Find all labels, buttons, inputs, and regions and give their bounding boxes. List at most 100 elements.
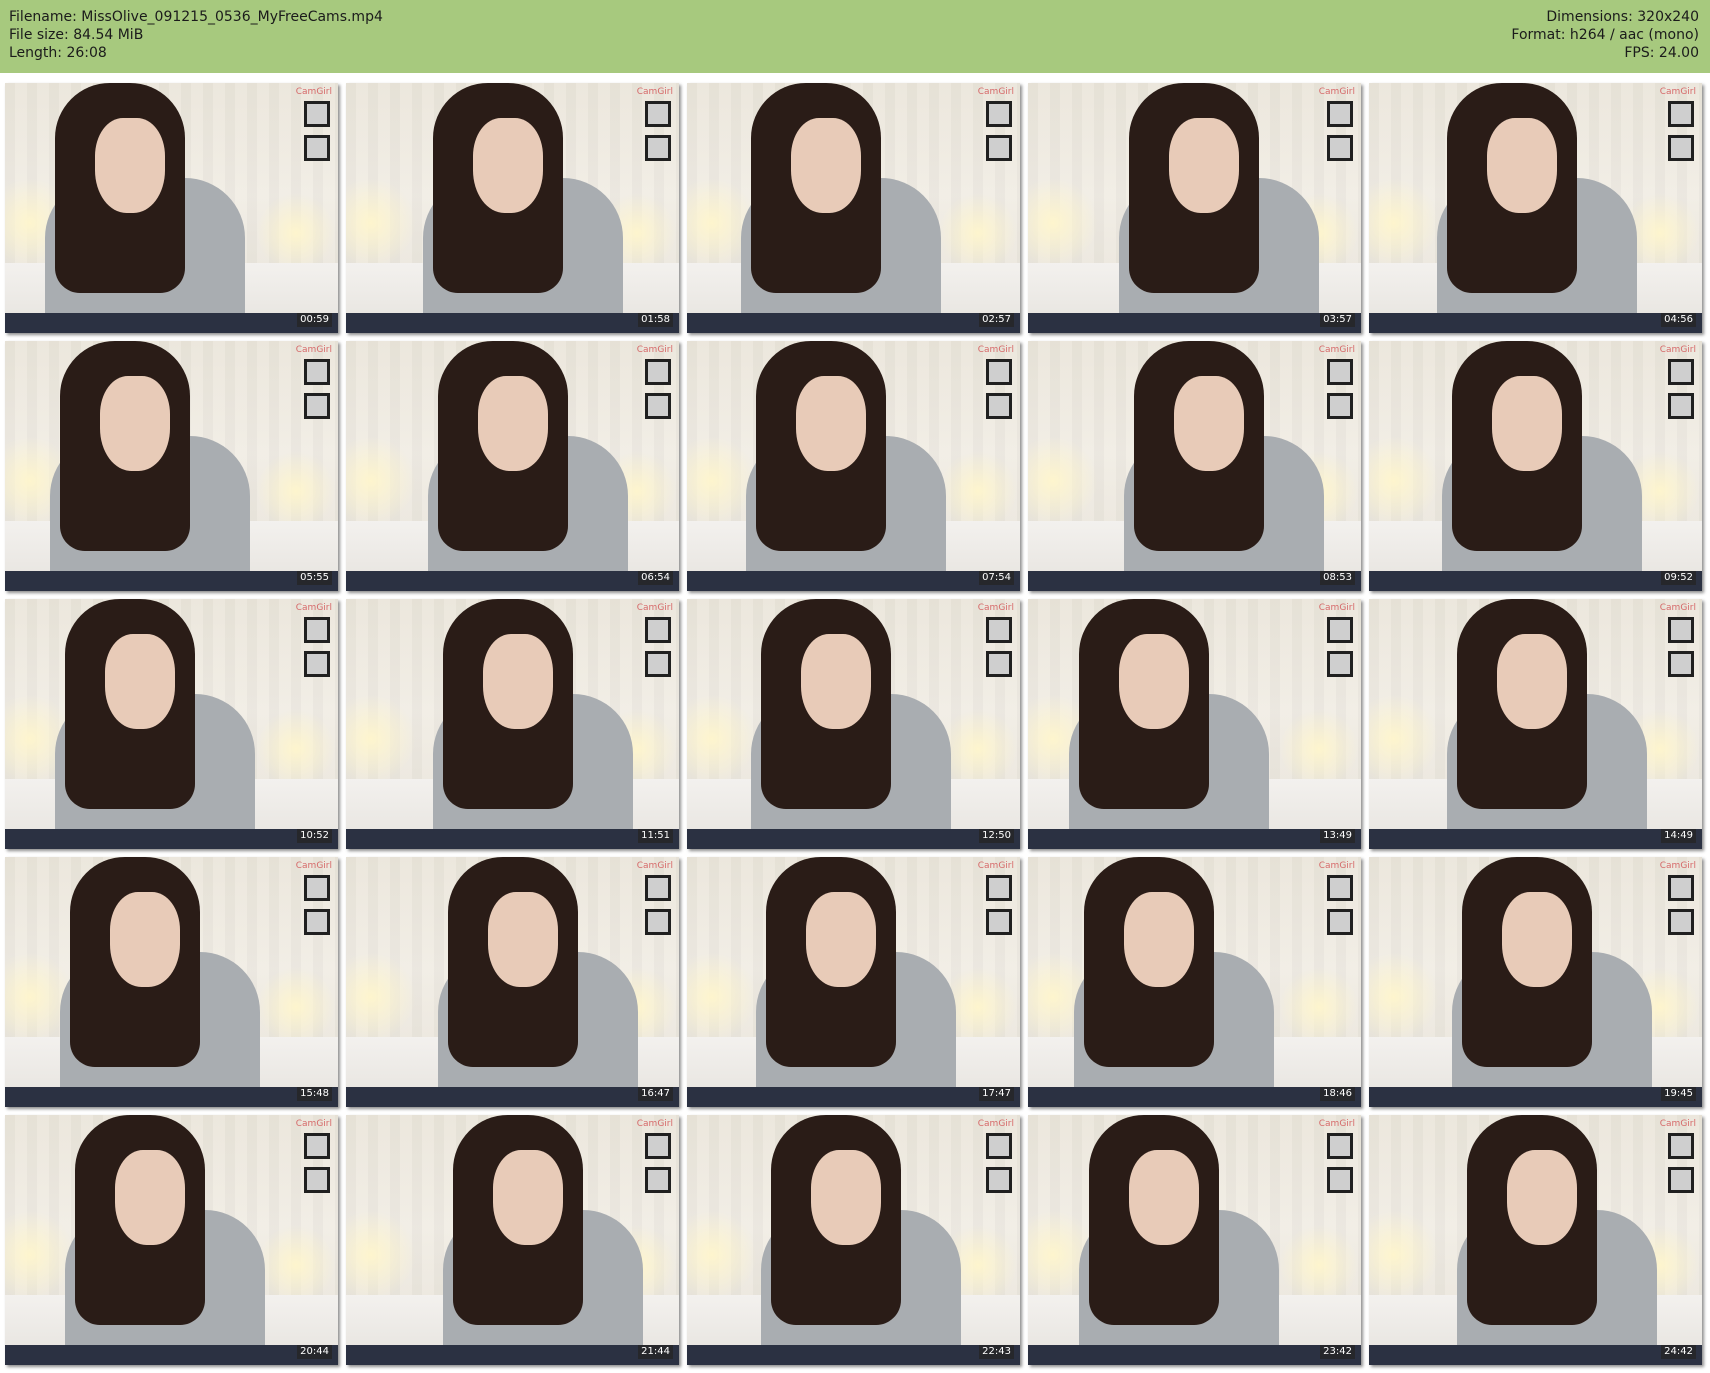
lamp-glow <box>256 193 336 273</box>
timestamp-badge: 13:49 <box>1320 829 1355 843</box>
picture-frame <box>1327 393 1353 419</box>
video-thumbnail[interactable]: CamGirl 05:55 <box>5 341 338 591</box>
figure-legs <box>1369 829 1702 849</box>
video-thumbnail[interactable]: CamGirl 09:52 <box>1369 341 1702 591</box>
picture-frame <box>1668 393 1694 419</box>
picture-frame <box>986 1167 1012 1193</box>
timestamp-badge: 14:49 <box>1661 829 1696 843</box>
timestamp-badge: 07:54 <box>979 571 1014 585</box>
video-thumbnail[interactable]: CamGirl 21:44 <box>346 1115 679 1365</box>
figure-legs <box>1369 1345 1702 1365</box>
timestamp-badge: 05:55 <box>297 571 332 585</box>
picture-frame <box>986 101 1012 127</box>
figure-legs <box>346 1345 679 1365</box>
video-thumbnail[interactable]: CamGirl 16:47 <box>346 857 679 1107</box>
picture-frame <box>1668 135 1694 161</box>
lamp-glow <box>1279 1225 1359 1305</box>
figure-face <box>791 118 861 213</box>
watermark-text: CamGirl <box>295 1119 332 1129</box>
fps-label: FPS: 24.00 <box>1624 45 1699 61</box>
timestamp-badge: 04:56 <box>1661 313 1696 327</box>
timestamp-badge: 16:47 <box>638 1087 673 1101</box>
watermark-text: CamGirl <box>1318 603 1355 613</box>
video-thumbnail[interactable]: CamGirl 24:42 <box>1369 1115 1702 1365</box>
meta-left: Filename: MissOlive_091215_0536_MyFreeCa… <box>9 8 383 62</box>
picture-frame <box>304 909 330 935</box>
picture-frame <box>304 617 330 643</box>
video-thumbnail[interactable]: CamGirl 01:58 <box>346 83 679 333</box>
picture-frame <box>1327 101 1353 127</box>
video-thumbnail[interactable]: CamGirl 07:54 <box>687 341 1020 591</box>
video-thumbnail[interactable]: CamGirl 13:49 <box>1028 599 1361 849</box>
picture-frame <box>1327 1167 1353 1193</box>
picture-frame <box>986 359 1012 385</box>
picture-frame <box>1327 1133 1353 1159</box>
figure-legs <box>1028 313 1361 333</box>
video-thumbnail[interactable]: CamGirl 15:48 <box>5 857 338 1107</box>
watermark-text: CamGirl <box>977 345 1014 355</box>
figure-face <box>801 634 871 729</box>
figure-face <box>95 118 165 213</box>
timestamp-badge: 10:52 <box>297 829 332 843</box>
video-thumbnail[interactable]: CamGirl 23:42 <box>1028 1115 1361 1365</box>
picture-frame <box>1668 359 1694 385</box>
timestamp-badge: 23:42 <box>1320 1345 1355 1359</box>
video-thumbnail[interactable]: CamGirl 10:52 <box>5 599 338 849</box>
video-thumbnail[interactable]: CamGirl 12:50 <box>687 599 1020 849</box>
picture-frame <box>1668 909 1694 935</box>
lamp-glow <box>256 709 336 789</box>
picture-frame <box>645 1167 671 1193</box>
timestamp-badge: 19:45 <box>1661 1087 1696 1101</box>
watermark-text: CamGirl <box>636 603 673 613</box>
picture-frame <box>1668 1167 1694 1193</box>
meta-right: Dimensions: 320x240 Format: h264 / aac (… <box>1511 8 1699 62</box>
timestamp-badge: 24:42 <box>1661 1345 1696 1359</box>
picture-frame <box>645 101 671 127</box>
filesize-label: File size: 84.54 MiB <box>9 27 144 43</box>
video-thumbnail[interactable]: CamGirl 06:54 <box>346 341 679 591</box>
figure-legs <box>346 829 679 849</box>
video-thumbnail[interactable]: CamGirl 08:53 <box>1028 341 1361 591</box>
video-thumbnail[interactable]: CamGirl 14:49 <box>1369 599 1702 849</box>
watermark-text: CamGirl <box>295 345 332 355</box>
figure-face <box>1502 892 1572 987</box>
picture-frame <box>645 617 671 643</box>
video-thumbnail[interactable]: CamGirl 04:56 <box>1369 83 1702 333</box>
picture-frame <box>986 617 1012 643</box>
timestamp-badge: 08:53 <box>1320 571 1355 585</box>
video-thumbnail[interactable]: CamGirl 11:51 <box>346 599 679 849</box>
timestamp-badge: 06:54 <box>638 571 673 585</box>
figure-legs <box>687 571 1020 591</box>
timestamp-badge: 18:46 <box>1320 1087 1355 1101</box>
watermark-text: CamGirl <box>1659 861 1696 871</box>
picture-frame <box>1668 1133 1694 1159</box>
figure-face <box>115 1150 185 1245</box>
timestamp-badge: 15:48 <box>297 1087 332 1101</box>
watermark-text: CamGirl <box>1318 87 1355 97</box>
video-thumbnail[interactable]: CamGirl 20:44 <box>5 1115 338 1365</box>
figure-face <box>483 634 553 729</box>
picture-frame <box>986 875 1012 901</box>
video-thumbnail[interactable]: CamGirl 18:46 <box>1028 857 1361 1107</box>
picture-frame <box>1668 101 1694 127</box>
video-thumbnail[interactable]: CamGirl 00:59 <box>5 83 338 333</box>
video-thumbnail[interactable]: CamGirl 22:43 <box>687 1115 1020 1365</box>
watermark-text: CamGirl <box>1659 1119 1696 1129</box>
timestamp-badge: 21:44 <box>638 1345 673 1359</box>
figure-legs <box>346 1087 679 1107</box>
video-thumbnail[interactable]: CamGirl 17:47 <box>687 857 1020 1107</box>
figure-face <box>1124 892 1194 987</box>
video-thumbnail[interactable]: CamGirl 19:45 <box>1369 857 1702 1107</box>
length-label: Length: 26:08 <box>9 45 107 61</box>
video-thumbnail[interactable]: CamGirl 03:57 <box>1028 83 1361 333</box>
lamp-glow <box>256 1225 336 1305</box>
picture-frame <box>1327 651 1353 677</box>
figure-legs <box>5 571 338 591</box>
watermark-text: CamGirl <box>977 1119 1014 1129</box>
picture-frame <box>645 135 671 161</box>
figure-face <box>1129 1150 1199 1245</box>
timestamp-badge: 20:44 <box>297 1345 332 1359</box>
lamp-glow <box>938 451 1018 531</box>
video-thumbnail[interactable]: CamGirl 02:57 <box>687 83 1020 333</box>
watermark-text: CamGirl <box>636 345 673 355</box>
